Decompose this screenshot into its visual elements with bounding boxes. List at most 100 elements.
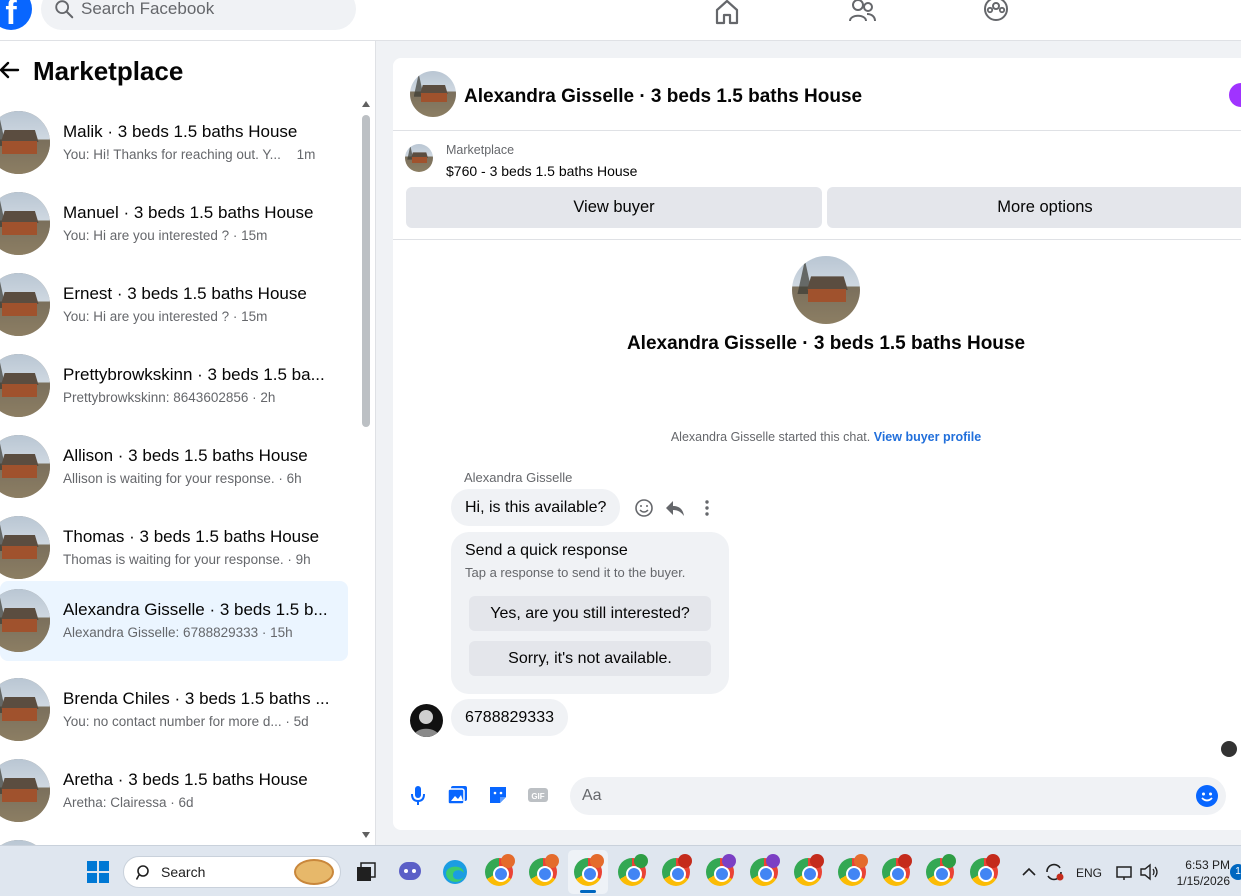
conversation-item-active[interactable]: Alexandra Gisselle · 3 beds 1.5 b... Ale… xyxy=(0,581,348,661)
chat-header-title[interactable]: Alexandra Gisselle · 3 beds 1.5 baths Ho… xyxy=(464,86,862,108)
conversation-name: Aretha · 3 beds 1.5 baths House xyxy=(63,770,308,789)
conversation-name: Allison · 3 beds 1.5 baths House xyxy=(63,446,308,465)
chrome-profile-icon[interactable] xyxy=(618,854,648,886)
scroll-down-arrow-icon[interactable] xyxy=(361,831,371,839)
chrome-profile-icon[interactable] xyxy=(574,854,604,886)
conversation-item[interactable]: Aretha · 3 beds 1.5 baths House Aretha: … xyxy=(0,751,348,831)
conversation-item[interactable]: Thomas · 3 beds 1.5 baths House Thomas i… xyxy=(0,508,348,588)
chrome-profile-icon[interactable] xyxy=(529,854,559,886)
conversation-item[interactable]: Prettybrowkskinn · 3 beds 1.5 ba... Pret… xyxy=(0,346,348,426)
conversation-preview: Prettybrowkskinn: 8643602856 · 2h xyxy=(63,390,276,405)
incoming-message-bubble[interactable]: Hi, is this available? xyxy=(451,489,621,526)
listing-avatar xyxy=(0,678,50,741)
conversation-item[interactable]: Malik · 3 beds 1.5 baths House You: Hi! … xyxy=(0,103,348,183)
more-actions-icon[interactable] xyxy=(696,497,718,519)
volume-icon[interactable] xyxy=(1138,858,1160,886)
conversation-preview: You: Hi are you interested ? · 15m xyxy=(63,309,268,324)
listing-avatar xyxy=(0,759,50,822)
search-icon xyxy=(136,865,149,880)
profile-avatar[interactable] xyxy=(792,256,860,324)
sidebar-title: Marketplace xyxy=(33,56,184,86)
notification-badge[interactable]: 1 xyxy=(1230,864,1241,880)
conversation-preview: You: Hi! Thanks for reaching out. Y... 1… xyxy=(63,147,316,162)
chat-info-icon[interactable] xyxy=(1229,83,1241,107)
language-indicator[interactable]: ENG xyxy=(1076,866,1102,880)
conversation-item[interactable]: Ernest · 3 beds 1.5 baths House You: Hi … xyxy=(0,265,348,345)
task-view-icon[interactable] xyxy=(352,858,380,886)
taskbar-search-placeholder: Search xyxy=(161,864,206,880)
chrome-profile-icon[interactable] xyxy=(662,854,692,886)
windows-start-icon[interactable] xyxy=(86,860,110,884)
view-buyer-button[interactable]: View buyer xyxy=(406,187,822,228)
conversation-time: 1m xyxy=(296,147,316,162)
groups-icon[interactable] xyxy=(981,0,1011,26)
person-photo-icon xyxy=(413,710,440,737)
chat-header-avatar[interactable] xyxy=(410,71,456,117)
chat-header: Alexandra Gisselle · 3 beds 1.5 baths Ho… xyxy=(393,58,1241,131)
listing-avatar xyxy=(0,273,50,336)
sync-icon[interactable] xyxy=(1042,858,1066,886)
quick-response-card: Send a quick response Tap a response to … xyxy=(451,532,729,694)
message-composer: GIF Aa xyxy=(393,773,1241,823)
react-emoji-icon[interactable] xyxy=(633,497,655,519)
conversation-preview: Aretha: Clairessa · 6d xyxy=(63,795,194,810)
network-icon[interactable] xyxy=(1114,858,1136,886)
chrome-profile-icon[interactable] xyxy=(970,854,1000,886)
emoji-icon[interactable] xyxy=(1195,784,1219,808)
conversation-preview: Allison is waiting for your response. · … xyxy=(63,471,302,486)
chrome-profile-icon[interactable] xyxy=(485,854,515,886)
conversation-item[interactable]: Brenda Chiles · 3 beds 1.5 baths ... You… xyxy=(0,670,348,750)
chrome-profile-icon[interactable] xyxy=(794,854,824,886)
chrome-profile-icon[interactable] xyxy=(882,854,912,886)
sticker-icon[interactable] xyxy=(486,783,510,807)
quick-response-subtitle: Tap a response to send it to the buyer. xyxy=(465,565,686,580)
top-navigation-bar: f Search Facebook xyxy=(0,0,1241,41)
home-icon[interactable] xyxy=(712,0,742,26)
microphone-icon[interactable] xyxy=(406,783,430,807)
message-input[interactable]: Aa xyxy=(570,777,1226,815)
system-clock[interactable]: 6:53 PM 1/15/2026 xyxy=(1166,857,1230,889)
gif-icon[interactable]: GIF xyxy=(526,783,550,807)
conversation-item[interactable]: Manuel · 3 beds 1.5 baths House You: Hi … xyxy=(0,184,348,264)
sidebar-scrollbar[interactable] xyxy=(359,100,373,845)
conversation-item-partial[interactable] xyxy=(0,832,348,845)
sender-avatar[interactable] xyxy=(410,704,443,737)
chrome-profile-icon[interactable] xyxy=(838,854,868,886)
conversation-name: Malik · 3 beds 1.5 baths House xyxy=(63,122,298,141)
listing-avatar xyxy=(0,192,50,255)
listing-avatar xyxy=(0,435,50,498)
chrome-profile-icon[interactable] xyxy=(750,854,780,886)
incoming-phone-number-bubble[interactable]: 6788829333 xyxy=(451,699,568,736)
chrome-active-window[interactable] xyxy=(568,850,608,894)
reply-icon[interactable] xyxy=(664,497,686,519)
marketplace-label: Marketplace xyxy=(446,143,515,157)
quick-response-option-not-available[interactable]: Sorry, it's not available. xyxy=(469,641,711,676)
show-hidden-icons-chevron-icon[interactable] xyxy=(1018,858,1040,886)
chrome-profile-icon[interactable] xyxy=(706,854,736,886)
scrollbar-thumb[interactable] xyxy=(362,115,370,427)
facebook-logo[interactable]: f xyxy=(0,0,32,30)
search-placeholder: Search Facebook xyxy=(81,0,215,18)
conversation-name: Manuel · 3 beds 1.5 baths House xyxy=(63,203,314,222)
back-arrow-icon[interactable] xyxy=(0,59,20,81)
listing-thumbnail[interactable] xyxy=(405,144,433,172)
friends-icon[interactable] xyxy=(847,0,877,26)
marketplace-inbox-sidebar: Marketplace Malik · 3 beds 1.5 baths Hou… xyxy=(0,41,376,845)
scroll-up-arrow-icon[interactable] xyxy=(361,100,371,108)
photo-icon[interactable] xyxy=(446,783,470,807)
conversation-preview: Alexandra Gisselle: 6788829333 · 15h xyxy=(63,625,293,640)
windows-taskbar: Search ENG 6:53 PM 1/15/2026 1 xyxy=(0,845,1241,896)
chrome-profile-icon[interactable] xyxy=(926,854,956,886)
view-buyer-profile-link[interactable]: View buyer profile xyxy=(874,430,981,444)
teams-chat-icon[interactable] xyxy=(396,858,424,886)
conversation-name: Brenda Chiles · 3 beds 1.5 baths ... xyxy=(63,689,330,708)
taskbar-search-box[interactable]: Search xyxy=(123,856,341,888)
quick-response-option-interested[interactable]: Yes, are you still interested? xyxy=(469,596,711,631)
edge-browser-icon[interactable] xyxy=(441,858,469,886)
conversation-item[interactable]: Allison · 3 beds 1.5 baths House Allison… xyxy=(0,427,348,507)
conversation-name: Prettybrowkskinn · 3 beds 1.5 ba... xyxy=(63,365,325,384)
more-options-button[interactable]: More options xyxy=(827,187,1241,228)
listing-price-title[interactable]: $760 - 3 beds 1.5 baths House xyxy=(446,163,637,179)
chat-panel: Alexandra Gisselle · 3 beds 1.5 baths Ho… xyxy=(393,58,1241,830)
search-facebook-input[interactable]: Search Facebook xyxy=(41,0,356,30)
